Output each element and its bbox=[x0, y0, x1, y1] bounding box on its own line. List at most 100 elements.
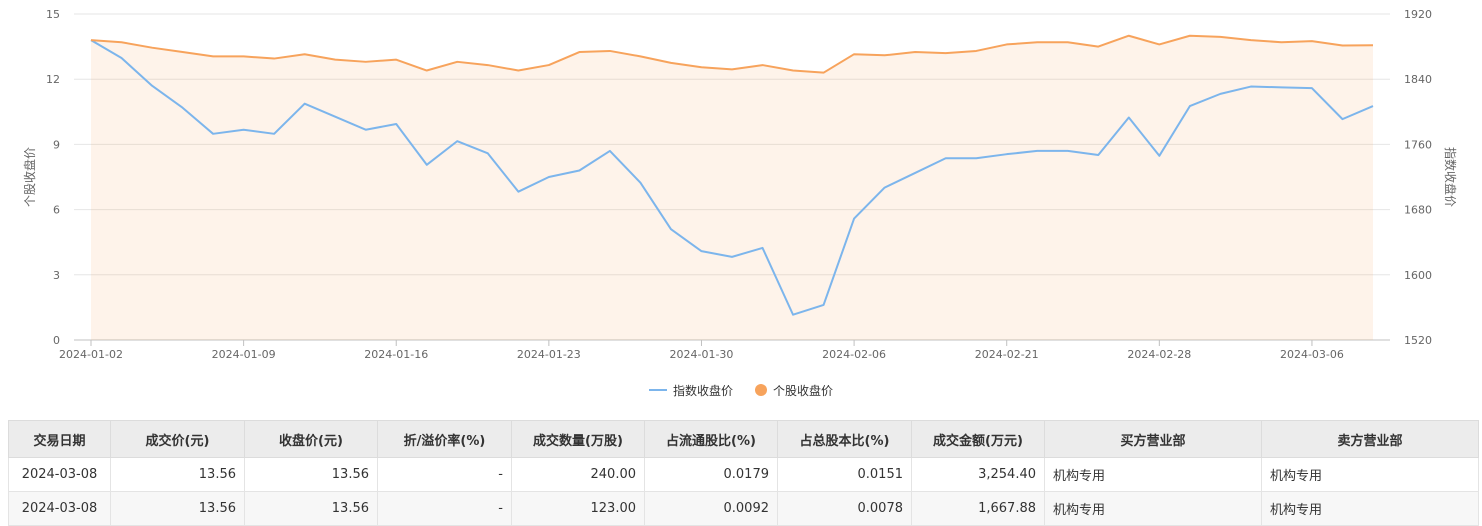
chart-area: 0 3 6 9 12 15 1520 1600 1680 1760 1840 1920 个股收盘价 指数收… bbox=[0, 0, 1482, 418]
cell-premium-rate: - bbox=[377, 491, 512, 526]
index-point bbox=[1371, 104, 1375, 108]
index-point bbox=[272, 132, 276, 136]
stock-point bbox=[1066, 40, 1070, 44]
stock-point bbox=[486, 63, 490, 67]
stock-point bbox=[1157, 42, 1161, 46]
index-point bbox=[913, 171, 917, 175]
cell-amount: 1,667.88 bbox=[911, 491, 1045, 526]
table-row: 2024-03-08 13.56 13.56 - 123.00 0.0092 0… bbox=[8, 491, 1479, 526]
index-point bbox=[761, 246, 765, 250]
stock-point bbox=[1371, 43, 1375, 47]
stock-point bbox=[1188, 34, 1192, 38]
index-point bbox=[455, 139, 459, 143]
x-tick-label: 2024-03-06 bbox=[1280, 348, 1344, 361]
stock-point bbox=[425, 69, 429, 73]
cell-deal-price: 13.56 bbox=[110, 457, 245, 492]
index-point bbox=[1249, 85, 1253, 89]
stock-point bbox=[638, 54, 642, 58]
stock-point bbox=[1127, 34, 1131, 38]
stock-point bbox=[333, 58, 337, 62]
cell-volume: 123.00 bbox=[511, 491, 645, 526]
index-point bbox=[211, 132, 215, 136]
index-point bbox=[1127, 116, 1131, 120]
col-header-date: 交易日期 bbox=[8, 420, 111, 458]
table-row: 2024-03-08 13.56 13.56 - 240.00 0.0179 0… bbox=[8, 457, 1479, 492]
index-point bbox=[1096, 153, 1100, 157]
cell-amount: 3,254.40 bbox=[911, 457, 1045, 492]
index-point bbox=[699, 249, 703, 253]
legend-item-index[interactable]: 指数收盘价 bbox=[648, 382, 733, 399]
index-point bbox=[974, 156, 978, 160]
index-point bbox=[394, 122, 398, 126]
col-header-deal-price: 成交价(元) bbox=[110, 420, 245, 458]
stock-area-fill bbox=[91, 35, 1373, 340]
cell-buyer: 机构专用 bbox=[1044, 457, 1262, 492]
index-point bbox=[242, 128, 246, 132]
x-tick-label: 2024-01-23 bbox=[517, 348, 581, 361]
stock-point bbox=[1279, 40, 1283, 44]
cell-total-ratio: 0.0078 bbox=[777, 491, 912, 526]
index-point bbox=[425, 163, 429, 167]
stock-point bbox=[944, 51, 948, 55]
stock-point bbox=[822, 71, 826, 75]
right-tick-label: 1680 bbox=[1404, 204, 1432, 217]
stock-point bbox=[1035, 40, 1039, 44]
legend-stock-label: 个股收盘价 bbox=[773, 383, 834, 398]
right-tick-label: 1600 bbox=[1404, 269, 1432, 282]
right-axis-title: 指数收盘价 bbox=[1443, 147, 1458, 207]
col-header-buyer: 买方营业部 bbox=[1044, 420, 1262, 458]
cell-seller: 机构专用 bbox=[1261, 491, 1479, 526]
stock-point bbox=[242, 54, 246, 58]
left-tick-label: 12 bbox=[46, 73, 60, 86]
index-point bbox=[333, 115, 337, 119]
stock-point bbox=[516, 69, 520, 73]
cell-seller: 机构专用 bbox=[1261, 457, 1479, 492]
index-point bbox=[364, 128, 368, 132]
stock-point bbox=[364, 60, 368, 64]
col-header-volume: 成交数量(万股) bbox=[511, 420, 645, 458]
index-point bbox=[669, 227, 673, 231]
index-point bbox=[730, 255, 734, 259]
block-trade-table: 交易日期 成交价(元) 收盘价(元) 折/溢价率(%) 成交数量(万股) 占流通… bbox=[8, 420, 1479, 526]
stock-point bbox=[1310, 39, 1314, 43]
index-point bbox=[486, 151, 490, 155]
cell-premium-rate: - bbox=[377, 457, 512, 492]
stock-point bbox=[913, 50, 917, 54]
stock-point bbox=[1340, 44, 1344, 48]
col-header-premium-rate: 折/溢价率(%) bbox=[377, 420, 512, 458]
stock-point bbox=[669, 61, 673, 65]
cell-total-ratio: 0.0151 bbox=[777, 457, 912, 492]
index-point bbox=[1340, 117, 1344, 121]
right-tick-label: 1760 bbox=[1404, 138, 1432, 151]
cell-float-ratio: 0.0092 bbox=[644, 491, 778, 526]
cell-deal-price: 13.56 bbox=[110, 491, 245, 526]
stock-point bbox=[577, 50, 581, 54]
legend-item-stock[interactable]: 个股收盘价 bbox=[755, 382, 833, 399]
index-line-swatch bbox=[648, 389, 667, 391]
cell-volume: 240.00 bbox=[511, 457, 645, 492]
right-tick-label: 1840 bbox=[1404, 73, 1432, 86]
left-axis-title: 个股收盘价 bbox=[22, 147, 37, 207]
col-header-total-ratio: 占总股本比(%) bbox=[777, 420, 912, 458]
index-point bbox=[852, 217, 856, 221]
col-header-amount: 成交金额(万元) bbox=[911, 420, 1045, 458]
index-point bbox=[1005, 152, 1009, 156]
col-header-float-ratio: 占流通股比(%) bbox=[644, 420, 778, 458]
x-tick-label: 2024-01-02 bbox=[59, 348, 123, 361]
cell-buyer: 机构专用 bbox=[1044, 491, 1262, 526]
stock-point bbox=[394, 58, 398, 62]
stock-point bbox=[211, 54, 215, 58]
stock-point bbox=[181, 50, 185, 54]
stock-dot-swatch bbox=[755, 384, 767, 396]
stock-point bbox=[1096, 45, 1100, 49]
index-point bbox=[303, 102, 307, 106]
index-point bbox=[1157, 154, 1161, 158]
x-tick-label: 2024-01-16 bbox=[364, 348, 428, 361]
left-tick-label: 0 bbox=[53, 334, 60, 347]
index-point bbox=[1188, 104, 1192, 108]
x-tick-label: 2024-02-06 bbox=[822, 348, 886, 361]
right-tick-label: 1920 bbox=[1404, 8, 1432, 21]
left-tick-label: 6 bbox=[53, 204, 60, 217]
index-point bbox=[1066, 149, 1070, 153]
stock-point bbox=[150, 46, 154, 50]
